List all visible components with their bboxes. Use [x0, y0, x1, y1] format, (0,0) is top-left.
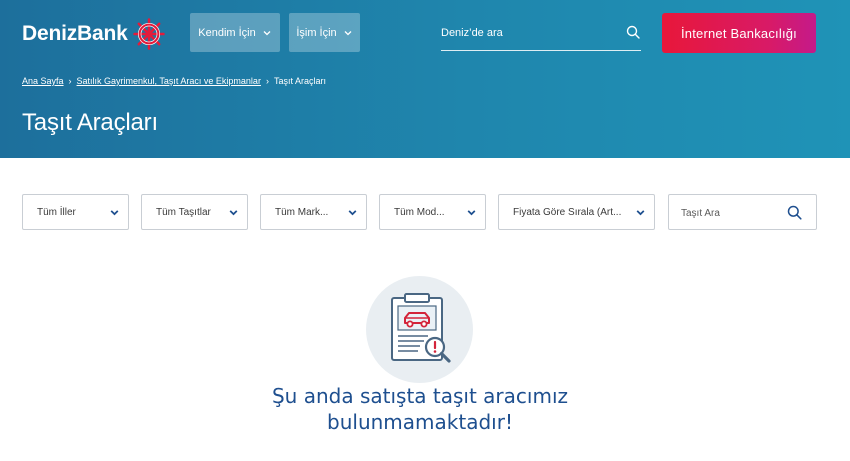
chevron-down-icon: [263, 30, 271, 35]
page-title: Taşıt Araçları: [22, 109, 158, 136]
denizbank-logo[interactable]: DenizBank: [22, 16, 166, 52]
nav-kendim-icin[interactable]: Kendim İçin: [190, 13, 280, 52]
filter-model-select[interactable]: Tüm Mod...: [379, 194, 486, 230]
vehicle-search-input[interactable]: [681, 204, 786, 222]
site-search-input[interactable]: [441, 23, 611, 43]
empty-state-message-line-2: bulunmamaktadır!: [327, 410, 513, 434]
filter-vehicle-type-label: Tüm Taşıtlar: [156, 206, 211, 218]
chevron-down-icon: [636, 210, 645, 216]
filter-vehicle-type-select[interactable]: Tüm Taşıtlar: [141, 194, 248, 230]
breadcrumb-separator: ›: [265, 76, 269, 86]
nav-isim-icin[interactable]: İşim İçin: [289, 13, 360, 52]
filter-model-label: Tüm Mod...: [394, 206, 445, 218]
search-icon[interactable]: [787, 205, 802, 220]
filter-brand-label: Tüm Mark...: [275, 206, 329, 218]
search-icon[interactable]: [626, 25, 640, 39]
filter-sort-select[interactable]: Fiyata Göre Sırala (Art...: [498, 194, 655, 230]
chevron-down-icon: [348, 210, 357, 216]
clipboard-car-search-icon: [391, 293, 451, 363]
vehicle-search: [668, 194, 817, 230]
internet-banking-button[interactable]: İnternet Bankacılığı: [662, 13, 816, 53]
ship-wheel-icon: [132, 18, 165, 50]
breadcrumb: Ana Sayfa › Satılık Gayrimenkul, Taşıt A…: [22, 76, 326, 86]
filter-sort-label: Fiyata Göre Sırala (Art...: [513, 206, 622, 218]
site-search: [441, 17, 641, 51]
logo-text: DenizBank: [22, 22, 128, 45]
breadcrumb-category-link[interactable]: Satılık Gayrimenkul, Taşıt Aracı ve Ekip…: [77, 76, 261, 86]
chevron-down-icon: [344, 30, 352, 35]
empty-state-message: Şu anda satışta taşıt aracımız bulunmama…: [200, 383, 640, 435]
chevron-down-icon: [110, 210, 119, 216]
header-banner: DenizBank Kendim İçin İşim İçin İnternet…: [0, 0, 850, 158]
chevron-down-icon: [467, 210, 476, 216]
filter-city-label: Tüm İller: [37, 206, 76, 218]
filter-city-select[interactable]: Tüm İller: [22, 194, 129, 230]
empty-state-message-line-1: Şu anda satışta taşıt aracımız: [271, 384, 568, 408]
chevron-down-icon: [229, 210, 238, 216]
nav-kendim-icin-label: Kendim İçin: [198, 26, 256, 39]
nav-isim-icin-label: İşim İçin: [296, 26, 337, 39]
breadcrumb-current: Taşıt Araçları: [273, 76, 326, 86]
breadcrumb-separator: ›: [68, 76, 72, 86]
breadcrumb-home-link[interactable]: Ana Sayfa: [22, 76, 64, 86]
filter-brand-select[interactable]: Tüm Mark...: [260, 194, 367, 230]
